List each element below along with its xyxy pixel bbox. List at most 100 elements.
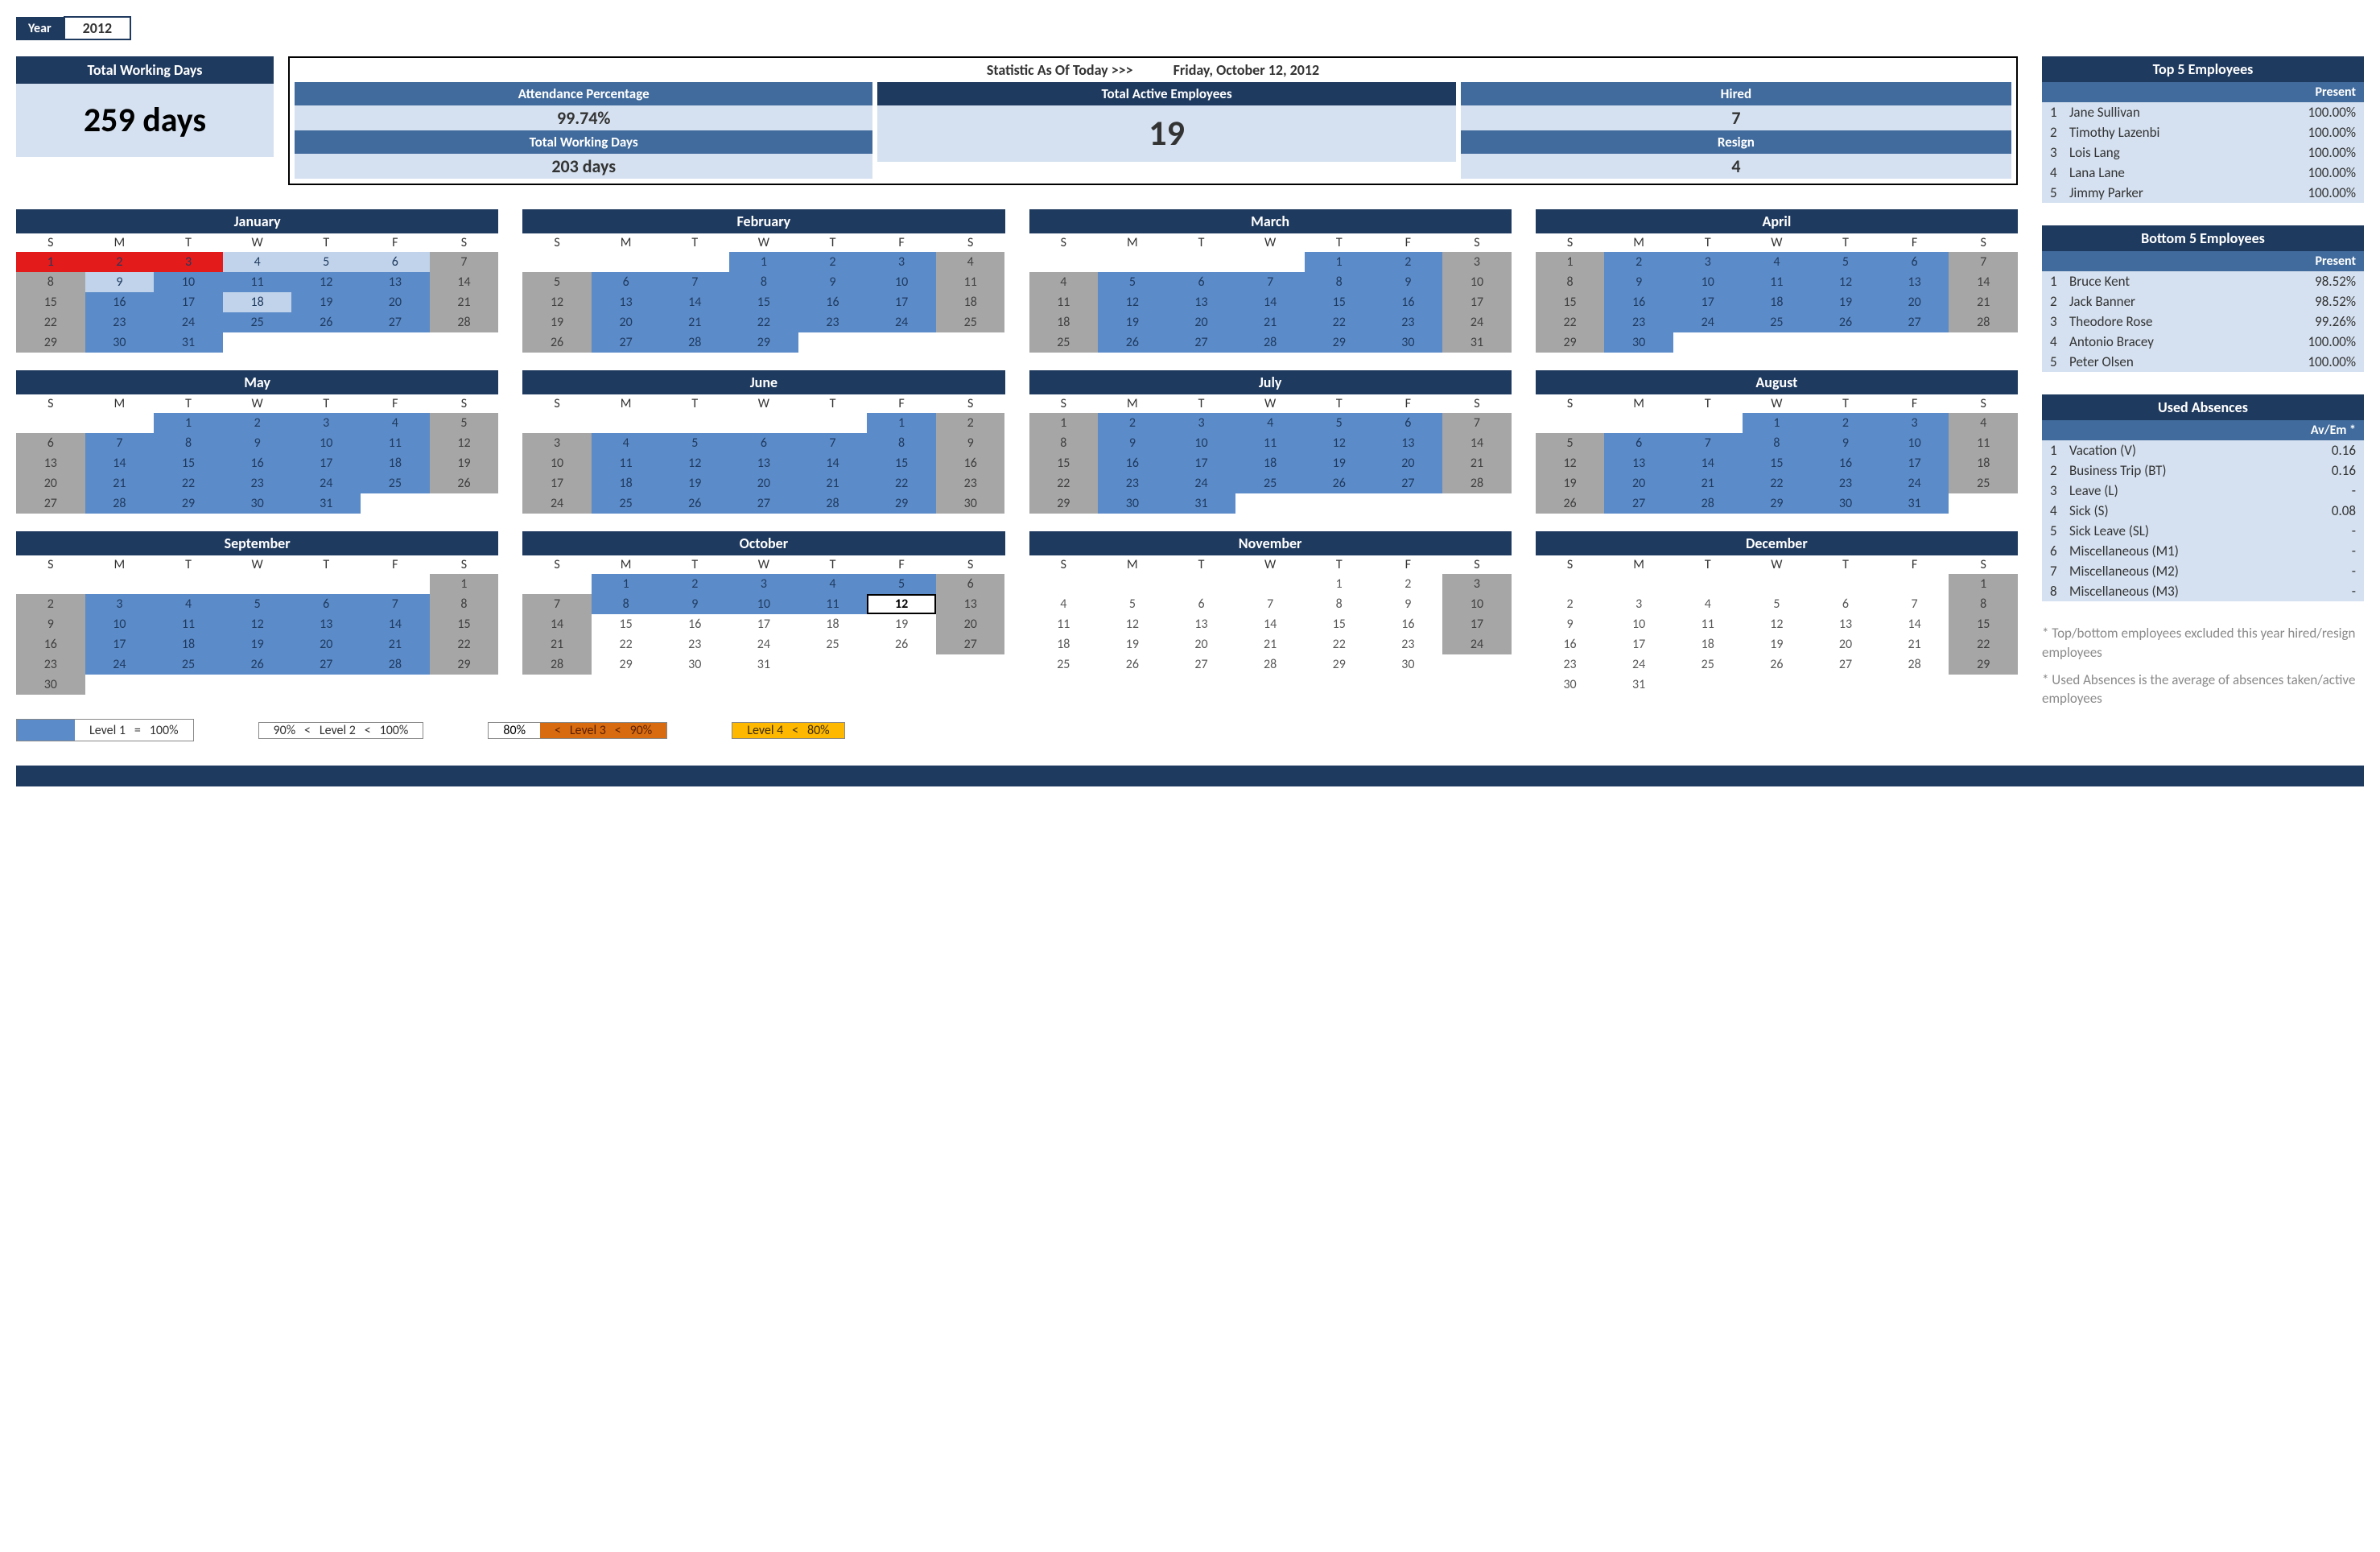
calendar-day[interactable]: 2 (660, 574, 729, 594)
calendar-day[interactable]: 16 (1536, 634, 1605, 654)
calendar-day[interactable]: 10 (1442, 272, 1512, 292)
calendar-day[interactable]: 17 (1442, 292, 1512, 312)
calendar-day[interactable]: 7 (522, 594, 592, 614)
calendar-day[interactable]: 19 (1536, 473, 1605, 493)
calendar-day[interactable]: 2 (798, 252, 868, 272)
calendar-day[interactable]: 26 (1098, 654, 1167, 675)
calendar-day[interactable]: 22 (867, 473, 936, 493)
calendar-day[interactable]: 25 (1949, 473, 2018, 493)
calendar-day[interactable]: 2 (16, 594, 85, 614)
calendar-day[interactable]: 17 (85, 634, 155, 654)
calendar-day[interactable]: 10 (867, 272, 936, 292)
calendar-day[interactable]: 12 (660, 453, 729, 473)
calendar-day[interactable]: 11 (154, 614, 223, 634)
calendar-day[interactable]: 31 (729, 654, 798, 675)
calendar-day[interactable]: 28 (1235, 332, 1305, 353)
calendar-day[interactable]: 25 (1673, 654, 1743, 675)
calendar-day[interactable]: 18 (936, 292, 1005, 312)
calendar-day[interactable]: 28 (1673, 493, 1743, 514)
calendar-day[interactable]: 26 (430, 473, 499, 493)
calendar-day[interactable]: 6 (1167, 272, 1236, 292)
calendar-day[interactable]: 11 (223, 272, 292, 292)
calendar-day[interactable]: 30 (1536, 675, 1605, 695)
calendar-day[interactable]: 11 (1743, 272, 1812, 292)
calendar-day[interactable]: 27 (729, 493, 798, 514)
calendar-day[interactable]: 29 (1029, 493, 1099, 514)
calendar-day[interactable]: 9 (1811, 433, 1880, 453)
calendar-day[interactable]: 27 (1811, 654, 1880, 675)
calendar-day[interactable]: 1 (592, 574, 661, 594)
calendar-day[interactable]: 13 (1167, 292, 1236, 312)
calendar-day[interactable]: 28 (1880, 654, 1949, 675)
calendar-day[interactable]: 15 (16, 292, 85, 312)
calendar-day[interactable]: 7 (1673, 433, 1743, 453)
calendar-day[interactable]: 6 (936, 574, 1005, 594)
calendar-day[interactable]: 12 (1305, 433, 1374, 453)
calendar-day[interactable]: 17 (1880, 453, 1949, 473)
calendar-day[interactable]: 20 (1167, 312, 1236, 332)
calendar-day[interactable]: 6 (729, 433, 798, 453)
calendar-day[interactable]: 2 (1811, 413, 1880, 433)
calendar-day[interactable]: 22 (1029, 473, 1099, 493)
calendar-day[interactable]: 24 (1442, 312, 1512, 332)
calendar-day[interactable]: 15 (1305, 614, 1374, 634)
calendar-day[interactable]: 6 (1880, 252, 1949, 272)
calendar-day[interactable]: 5 (430, 413, 499, 433)
calendar-day[interactable]: 7 (361, 594, 430, 614)
calendar-day[interactable]: 15 (430, 614, 499, 634)
calendar-day[interactable]: 12 (1098, 292, 1167, 312)
calendar-day[interactable]: 22 (1305, 312, 1374, 332)
calendar-day[interactable]: 8 (1743, 433, 1812, 453)
calendar-day[interactable]: 23 (1374, 634, 1443, 654)
calendar-day[interactable]: 1 (729, 252, 798, 272)
calendar-day[interactable]: 1 (430, 574, 499, 594)
calendar-day[interactable]: 1 (1029, 413, 1099, 433)
calendar-day[interactable]: 3 (729, 574, 798, 594)
calendar-day[interactable]: 14 (361, 614, 430, 634)
calendar-day[interactable]: 28 (85, 493, 155, 514)
calendar-day[interactable]: 21 (1442, 453, 1512, 473)
calendar-day[interactable]: 11 (361, 433, 430, 453)
calendar-day[interactable]: 25 (361, 473, 430, 493)
calendar-day[interactable]: 2 (1098, 413, 1167, 433)
calendar-day[interactable]: 24 (1673, 312, 1743, 332)
calendar-day[interactable]: 22 (154, 473, 223, 493)
calendar-day[interactable]: 15 (1949, 614, 2018, 634)
calendar-day[interactable]: 18 (1673, 634, 1743, 654)
calendar-day[interactable]: 9 (798, 272, 868, 292)
calendar-day[interactable]: 15 (1743, 453, 1812, 473)
calendar-day[interactable]: 11 (1235, 433, 1305, 453)
calendar-day[interactable]: 20 (1374, 453, 1443, 473)
calendar-day[interactable]: 5 (1098, 594, 1167, 614)
calendar-day[interactable]: 17 (154, 292, 223, 312)
calendar-day[interactable]: 1 (154, 413, 223, 433)
calendar-day[interactable]: 18 (1029, 634, 1099, 654)
calendar-day[interactable]: 27 (1374, 473, 1443, 493)
calendar-day[interactable]: 19 (223, 634, 292, 654)
calendar-day[interactable]: 29 (1305, 654, 1374, 675)
calendar-day[interactable]: 5 (291, 252, 361, 272)
calendar-day[interactable]: 3 (1442, 252, 1512, 272)
calendar-day[interactable]: 14 (522, 614, 592, 634)
calendar-day[interactable]: 21 (85, 473, 155, 493)
calendar-day[interactable]: 22 (729, 312, 798, 332)
calendar-day[interactable]: 6 (361, 252, 430, 272)
calendar-day[interactable]: 16 (85, 292, 155, 312)
calendar-day[interactable]: 30 (660, 654, 729, 675)
calendar-day[interactable]: 2 (1374, 252, 1443, 272)
calendar-day[interactable]: 21 (522, 634, 592, 654)
calendar-day[interactable]: 25 (592, 493, 661, 514)
calendar-day[interactable]: 9 (1374, 272, 1443, 292)
calendar-day[interactable]: 26 (522, 332, 592, 353)
calendar-day[interactable]: 18 (1743, 292, 1812, 312)
calendar-day[interactable]: 17 (522, 473, 592, 493)
calendar-day[interactable]: 24 (522, 493, 592, 514)
calendar-day[interactable]: 3 (1167, 413, 1236, 433)
calendar-day[interactable]: 30 (1374, 654, 1443, 675)
calendar-day[interactable]: 31 (291, 493, 361, 514)
calendar-day[interactable]: 7 (1235, 272, 1305, 292)
calendar-day[interactable]: 1 (1305, 574, 1374, 594)
calendar-day[interactable]: 11 (936, 272, 1005, 292)
calendar-day[interactable]: 14 (1949, 272, 2018, 292)
calendar-day[interactable]: 15 (1029, 453, 1099, 473)
